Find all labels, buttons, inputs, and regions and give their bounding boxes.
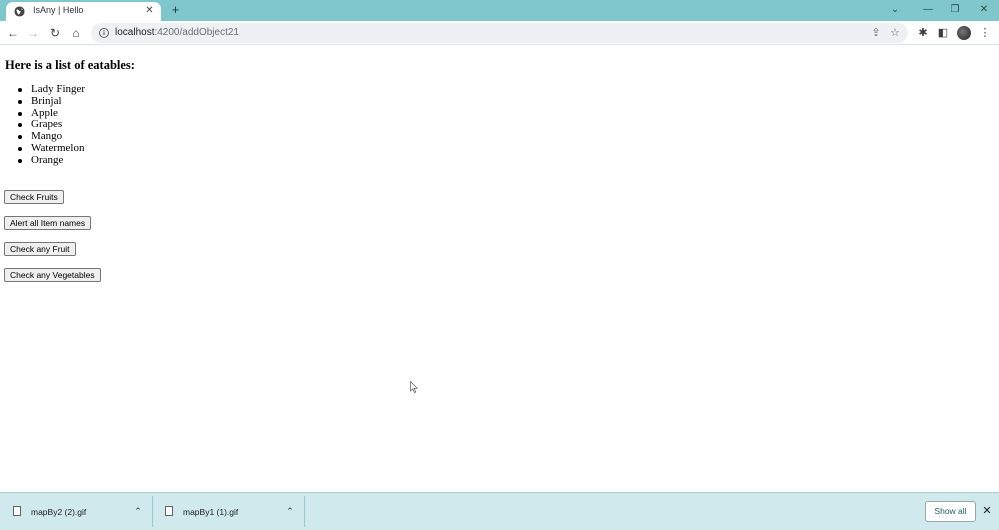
tab-search-chevron-icon[interactable]: ⌄: [887, 2, 903, 18]
page-content: Here is a list of eatables: Lady Finger …: [0, 46, 999, 492]
profile-avatar[interactable]: [957, 26, 971, 40]
eatables-list: Lady Finger Brinjal Apple Grapes Mango W…: [18, 83, 85, 167]
home-icon[interactable]: ⌂: [68, 25, 84, 41]
chevron-up-icon[interactable]: ⌃: [285, 506, 295, 516]
show-all-button[interactable]: Show all: [925, 501, 976, 522]
download-item[interactable]: mapBy1 (1).gif ⌃: [152, 493, 304, 530]
globe-icon: [14, 6, 25, 17]
close-icon[interactable]: ✕: [981, 505, 993, 517]
check-any-fruit-button[interactable]: Check any Fruit: [4, 242, 76, 256]
browser-menu-icon[interactable]: ⋮: [977, 25, 993, 41]
file-icon: [165, 506, 173, 516]
forward-arrow-icon[interactable]: →: [25, 25, 41, 41]
site-info-icon[interactable]: i: [99, 28, 109, 38]
reload-icon[interactable]: ↻: [47, 25, 63, 41]
side-panel-icon[interactable]: ◧: [935, 25, 951, 41]
restore-icon[interactable]: ❐: [947, 2, 963, 18]
tab-close-icon[interactable]: ✕: [144, 5, 155, 16]
address-bar[interactable]: i localhost:4200/addObject21 ⇪ ☆: [91, 23, 908, 43]
list-item: Brinjal: [18, 95, 85, 108]
list-item: Orange: [18, 154, 85, 167]
tab-title: IsAny | Hello: [33, 5, 84, 15]
back-arrow-icon[interactable]: ←: [5, 25, 21, 41]
bookmark-star-icon[interactable]: ☆: [888, 26, 902, 40]
extensions-puzzle-icon[interactable]: ✱: [915, 25, 931, 41]
mouse-pointer-icon: [410, 381, 418, 393]
url-host: localhost: [115, 27, 155, 38]
page-title: Here is a list of eatables:: [5, 58, 135, 72]
alert-all-item-names-button[interactable]: Alert all Item names: [4, 216, 92, 230]
browser-toolbar: ← → ↻ ⌂ i localhost:4200/addObject21 ⇪ ☆…: [0, 21, 999, 45]
url-text[interactable]: localhost:4200/addObject21: [115, 27, 239, 38]
file-icon: [13, 506, 21, 516]
share-icon[interactable]: ⇪: [869, 26, 883, 40]
list-item: Watermelon: [18, 142, 85, 155]
window-close-icon[interactable]: ✕: [976, 2, 992, 18]
new-tab-button[interactable]: +: [169, 3, 182, 16]
download-filename: mapBy2 (2).gif: [31, 507, 87, 517]
browser-tab[interactable]: IsAny | Hello ✕: [6, 2, 161, 21]
chevron-up-icon[interactable]: ⌃: [133, 506, 143, 516]
check-any-vegetables-button[interactable]: Check any Vegetables: [4, 268, 101, 282]
divider: [304, 496, 305, 527]
url-path: :4200/addObject21: [154, 27, 239, 38]
download-shelf: mapBy2 (2).gif ⌃ mapBy1 (1).gif ⌃ Show a…: [0, 492, 999, 530]
download-filename: mapBy1 (1).gif: [183, 507, 239, 517]
download-item[interactable]: mapBy2 (2).gif ⌃: [0, 493, 152, 530]
tab-strip: IsAny | Hello ✕ + ⌄ — ❐ ✕: [0, 0, 999, 21]
check-fruits-button[interactable]: Check Fruits: [4, 190, 64, 204]
minimize-icon[interactable]: —: [920, 2, 936, 18]
